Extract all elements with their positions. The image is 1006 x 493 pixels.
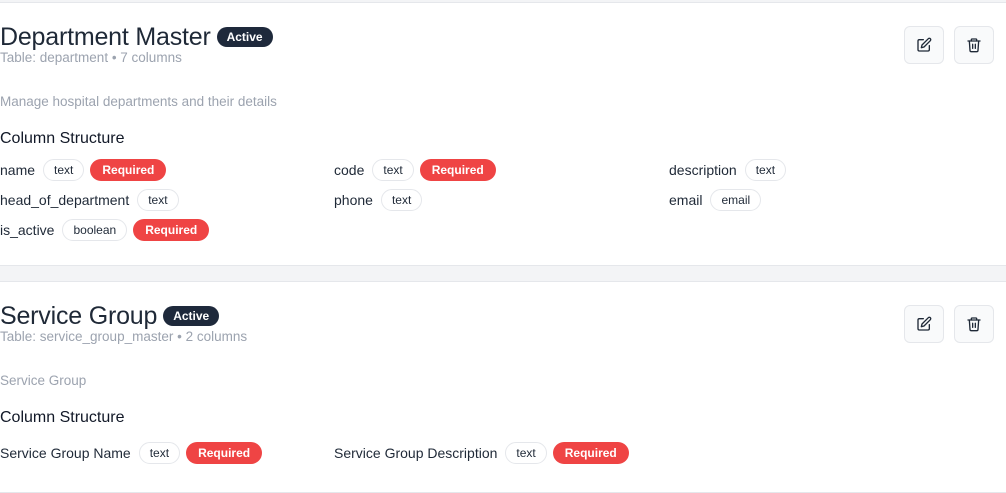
required-badge: Required <box>133 219 210 241</box>
column-field: head_of_department text <box>0 189 179 211</box>
table-info: Table: service_group_master • 2 columns <box>0 329 248 344</box>
trash-icon <box>967 38 981 53</box>
field-name: head_of_department <box>0 192 130 208</box>
column-field: code text Required <box>334 159 496 181</box>
table-card: Department Master Active Table: departme… <box>0 2 1006 266</box>
column-field: name text Required <box>0 159 167 181</box>
card-description: Service Group <box>0 373 87 388</box>
field-name: description <box>669 162 737 178</box>
field-name: code <box>334 162 365 178</box>
edit-button[interactable] <box>904 26 944 64</box>
card-title: Department Master <box>0 23 211 51</box>
card-header: Department Master Active <box>0 22 273 52</box>
field-type: text <box>138 442 181 464</box>
field-type: email <box>710 189 762 211</box>
field-name: email <box>669 192 703 208</box>
column-field: Service Group Description text Required <box>334 442 629 464</box>
required-badge: Required <box>419 159 496 181</box>
required-badge: Required <box>90 159 167 181</box>
edit-icon <box>917 37 932 52</box>
column-field: phone text <box>334 189 423 211</box>
delete-button[interactable] <box>954 26 994 64</box>
field-type: text <box>380 189 423 211</box>
field-type: text <box>43 159 85 181</box>
column-field: is_active boolean Required <box>0 219 210 241</box>
table-info: Table: department • 7 columns <box>0 50 182 65</box>
column-field: email email <box>669 189 762 211</box>
card-description: Manage hospital departments and their de… <box>0 94 277 109</box>
table-card: Service Group Active Table: service_grou… <box>0 281 1006 493</box>
field-name: Service Group Description <box>334 445 498 461</box>
status-badge: Active <box>163 306 220 326</box>
field-name: phone <box>334 192 373 208</box>
column-structure-heading: Column Structure <box>0 409 125 426</box>
field-type: text <box>744 159 787 181</box>
required-badge: Required <box>186 442 263 464</box>
field-type: text <box>137 189 179 211</box>
delete-button[interactable] <box>954 305 994 343</box>
field-name: Service Group Name <box>0 445 131 461</box>
required-badge: Required <box>552 442 629 464</box>
card-header: Service Group Active <box>0 301 220 331</box>
field-type: text <box>505 442 547 464</box>
field-name: is_active <box>0 222 55 238</box>
edit-icon <box>917 316 932 331</box>
column-field: description text <box>669 159 787 181</box>
status-badge: Active <box>216 27 273 47</box>
card-title: Service Group <box>0 302 158 330</box>
trash-icon <box>967 317 981 332</box>
column-structure-heading: Column Structure <box>0 130 125 147</box>
field-name: name <box>0 162 36 178</box>
field-type: boolean <box>62 219 128 241</box>
field-type: text <box>372 159 414 181</box>
column-field: Service Group Name text Required <box>0 442 263 464</box>
edit-button[interactable] <box>904 305 944 343</box>
